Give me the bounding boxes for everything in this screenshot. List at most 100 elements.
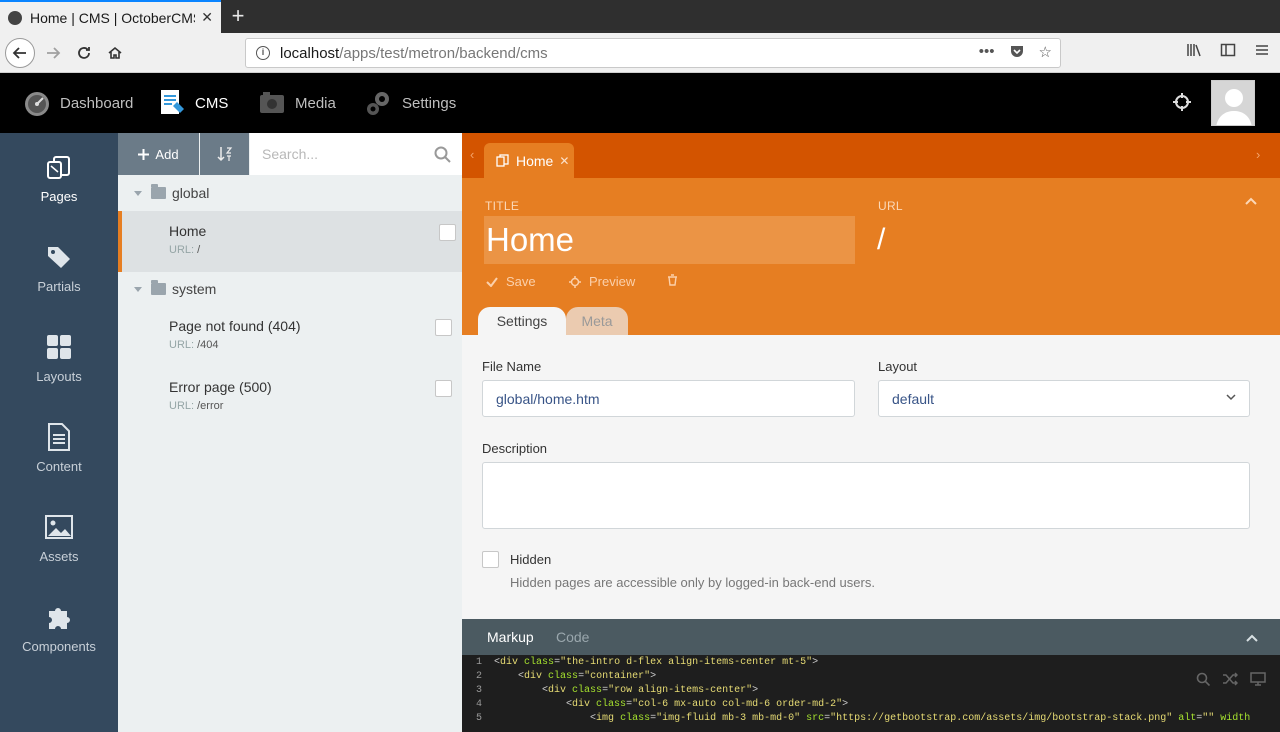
browser-tab-bar: Home | CMS | OctoberCMS ✕ + — [0, 0, 1280, 33]
code-tag: img — [596, 713, 615, 724]
code-string: "the-intro d-flex align-items-center mt-… — [560, 657, 813, 668]
scroll-left-icon[interactable]: ‹ — [470, 147, 474, 162]
sidebar-item-content[interactable]: Content — [0, 403, 118, 493]
editor-tab-home[interactable]: Home ✕ — [484, 143, 574, 178]
tab-code[interactable]: Code — [556, 629, 589, 645]
new-tab-icon[interactable]: + — [228, 3, 248, 29]
sidebar-item-components[interactable]: Components — [0, 583, 118, 673]
save-button[interactable]: Save — [486, 274, 536, 289]
back-arrow-icon — [12, 47, 26, 59]
browser-tab[interactable]: Home | CMS | OctoberCMS ✕ — [0, 0, 221, 33]
code-punct: < — [494, 699, 573, 710]
code-attr: class — [620, 713, 651, 724]
url-label: URL — [878, 199, 903, 213]
topnav-label: Media — [295, 94, 336, 112]
page-url-label: URL: — [169, 244, 195, 256]
page-url-value: / — [197, 244, 201, 256]
page-item-404[interactable]: Page not found (404) URL: /404 — [118, 306, 462, 367]
group-name: system — [172, 281, 217, 297]
home-button[interactable] — [100, 38, 130, 68]
page-item-error[interactable]: Error page (500) URL: /error — [118, 367, 462, 428]
close-tab-icon[interactable]: ✕ — [559, 154, 569, 168]
reload-button[interactable] — [69, 38, 99, 68]
code-string: "row align-items-center" — [608, 685, 753, 696]
back-button[interactable] — [5, 38, 35, 68]
collapse-header-icon[interactable] — [1245, 192, 1257, 208]
sort-az-icon — [216, 147, 232, 162]
layout-label: Layout — [878, 359, 918, 374]
page-list-panel: Add global Home URL: / system Page not f… — [118, 133, 462, 732]
code-attr: class — [524, 657, 555, 668]
topnav-media[interactable]: Media — [257, 73, 336, 133]
title-input[interactable] — [484, 216, 855, 264]
tab-markup[interactable]: Markup — [487, 629, 534, 645]
bookmark-star-icon[interactable]: ☆ — [1039, 43, 1052, 63]
page-select-checkbox[interactable] — [439, 224, 456, 241]
code-attr: src — [806, 713, 825, 724]
browser-navbar: i localhost/apps/test/metron/backend/cms… — [0, 33, 1280, 73]
topnav-cms[interactable]: CMS — [157, 73, 228, 133]
sidebar-item-pages[interactable]: Pages — [0, 133, 118, 223]
code-attr: class — [572, 685, 603, 696]
layout-select[interactable]: default — [878, 380, 1250, 417]
url-host: localhost — [280, 44, 340, 62]
code-punct: > — [752, 685, 759, 696]
preview-button[interactable]: Preview — [569, 274, 635, 289]
code-tag: div — [524, 671, 543, 682]
hidden-checkbox[interactable] — [482, 551, 499, 568]
pocket-icon[interactable] — [1009, 43, 1025, 63]
hamburger-menu-icon[interactable] — [1254, 42, 1270, 63]
title-label: TITLE — [485, 199, 520, 213]
page-item-home[interactable]: Home URL: / — [118, 211, 462, 272]
sidebar-item-partials[interactable]: Partials — [0, 223, 118, 313]
code-punct: < — [494, 685, 549, 696]
topnav-dashboard[interactable]: Dashboard — [22, 73, 133, 133]
user-silhouette-icon — [1212, 81, 1254, 125]
sort-button[interactable] — [200, 133, 249, 175]
browser-tab-title: Home | CMS | OctoberCMS — [30, 9, 196, 26]
code-line: 5 <img class="img-fluid mb-3 mb-md-0" sr… — [462, 712, 1280, 726]
add-page-button[interactable]: Add — [118, 133, 199, 175]
sidebar-item-assets[interactable]: Assets — [0, 493, 118, 583]
description-textarea[interactable] — [482, 462, 1250, 529]
forward-button[interactable] — [38, 38, 68, 68]
url-bar[interactable]: i localhost/apps/test/metron/backend/cms… — [245, 38, 1061, 68]
app-top-bar: Dashboard CMS Media Settings — [0, 73, 1280, 133]
sidebar-item-layouts[interactable]: Layouts — [0, 313, 118, 403]
url-input[interactable] — [877, 216, 1257, 264]
more-actions-icon[interactable]: ••• — [979, 43, 995, 63]
line-number: 1 — [475, 657, 482, 668]
group-global[interactable]: global — [118, 178, 462, 208]
page-url-label: URL: — [169, 400, 195, 412]
page-select-checkbox[interactable] — [435, 319, 452, 336]
scroll-right-icon[interactable]: › — [1256, 147, 1260, 162]
code-editor[interactable]: 1 <div class="the-intro d-flex align-item… — [462, 655, 1280, 732]
search-icon[interactable] — [434, 146, 451, 163]
collapse-markup-icon[interactable] — [1246, 629, 1258, 645]
line-number: 2 — [475, 671, 482, 682]
code-attr: width — [1214, 713, 1251, 724]
close-tab-icon[interactable]: ✕ — [201, 9, 213, 26]
code-tag: div — [572, 699, 591, 710]
tab-meta[interactable]: Meta — [566, 307, 628, 335]
library-icon[interactable] — [1186, 42, 1202, 63]
code-line: 4 <div class="col-6 mx-auto col-md-6 ord… — [462, 698, 1280, 712]
cms-page-icon — [157, 88, 187, 118]
page-select-checkbox[interactable] — [435, 380, 452, 397]
tab-settings[interactable]: Settings — [478, 307, 566, 335]
octobercms-favicon-icon — [8, 10, 22, 25]
topnav-settings[interactable]: Settings — [364, 73, 456, 133]
page-search-input[interactable] — [250, 133, 462, 175]
crosshair-icon[interactable] — [1172, 92, 1192, 118]
file-name-input[interactable] — [482, 380, 855, 417]
page-url: URL: /404 — [169, 339, 462, 351]
sidebar-toggle-icon[interactable] — [1220, 42, 1236, 63]
reload-icon — [78, 47, 90, 59]
user-avatar[interactable] — [1211, 80, 1255, 126]
code-string: "" — [1202, 713, 1215, 724]
site-info-icon[interactable]: i — [256, 46, 270, 60]
code-punct: < — [494, 713, 597, 724]
group-system[interactable]: system — [118, 274, 462, 304]
url-path: /apps/test/metron/backend/cms — [339, 44, 548, 62]
delete-button[interactable] — [667, 274, 678, 286]
